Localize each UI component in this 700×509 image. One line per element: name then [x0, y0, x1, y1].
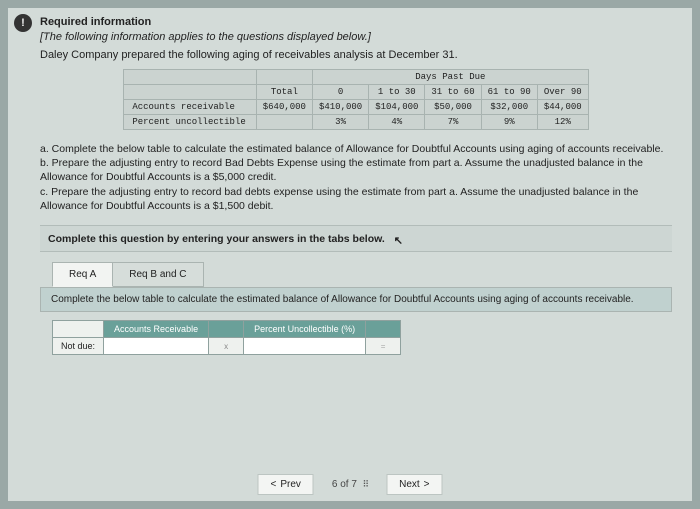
task-a: a. Complete the below table to calculate… [40, 142, 672, 156]
prev-label: Prev [280, 479, 301, 490]
info-icon: ! [14, 14, 32, 32]
answer-table: Accounts Receivable Percent Uncollectibl… [52, 320, 401, 355]
multiply-icon: x [224, 342, 228, 351]
answer-col-percent: Percent Uncollectible (%) [244, 320, 366, 337]
tab-req-b-c[interactable]: Req B and C [113, 262, 203, 287]
col-0: 0 [312, 85, 368, 100]
col-1-30: 1 to 30 [369, 85, 425, 100]
grid-icon[interactable]: ⠿ [363, 479, 369, 489]
row-not-due-label: Not due: [53, 337, 104, 354]
equals-icon: = [381, 342, 386, 351]
col-total: Total [256, 85, 312, 100]
chevron-right-icon: > [424, 479, 430, 490]
task-c: c. Prepare the adjusting entry to record… [40, 185, 672, 213]
percent-uncollectible-input[interactable] [244, 337, 366, 354]
aging-table: Days Past Due Total 0 1 to 30 31 to 60 6… [123, 69, 588, 130]
next-button[interactable]: Next > [386, 474, 442, 495]
task-b: b. Prepare the adjusting entry to record… [40, 156, 672, 184]
accounts-receivable-input[interactable] [104, 337, 209, 354]
cursor-icon: ↖ [394, 234, 403, 247]
sub-instruction: Complete the below table to calculate th… [40, 287, 672, 312]
col-61-90: 61 to 90 [481, 85, 537, 100]
col-31-60: 31 to 60 [425, 85, 481, 100]
answer-col-accounts: Accounts Receivable [104, 320, 209, 337]
required-info-heading: Required information [40, 16, 672, 28]
applies-note: [The following information applies to th… [40, 31, 672, 43]
intro-text: Daley Company prepared the following agi… [40, 49, 672, 61]
chevron-left-icon: < [271, 479, 277, 490]
table-row: Percent uncollectible 3% 4% 7% 9% 12% [124, 115, 588, 130]
page-counter: 6 of 7 [332, 479, 357, 490]
col-over-90: Over 90 [537, 85, 588, 100]
table-row: Accounts receivable $640,000 $410,000 $1… [124, 100, 588, 115]
days-past-due-header: Days Past Due [312, 70, 588, 85]
next-label: Next [399, 479, 420, 490]
tab-req-a[interactable]: Req A [52, 262, 113, 287]
pager: < Prev 6 of 7 ⠿ Next > [258, 474, 443, 495]
prev-button[interactable]: < Prev [258, 474, 314, 495]
tabs-instruction: Complete this question by entering your … [48, 233, 385, 245]
